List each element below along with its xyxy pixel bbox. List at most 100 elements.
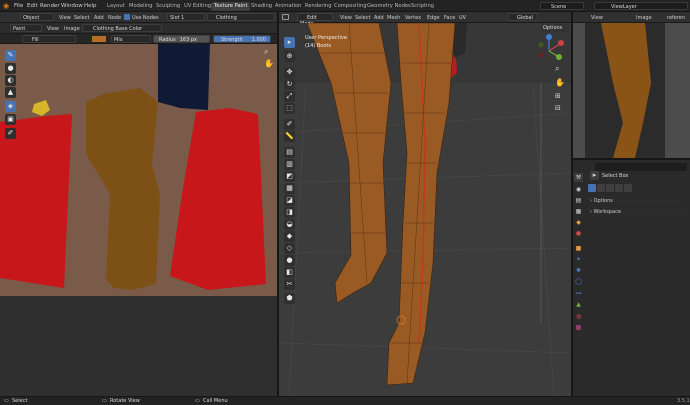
modifier-icon[interactable]: ✦ bbox=[574, 255, 583, 264]
smear-brush-tool[interactable]: ◐ bbox=[5, 75, 16, 86]
transform-tool[interactable]: ⬚ bbox=[284, 103, 295, 114]
edit-mode-dropdown[interactable]: Edit Mode bbox=[297, 13, 333, 27]
menu-help[interactable]: Help bbox=[84, 3, 97, 9]
bevel-tool[interactable]: ◩ bbox=[284, 171, 295, 182]
object-icon[interactable]: ■ bbox=[574, 244, 583, 253]
brush-selector[interactable]: Fill bbox=[22, 35, 76, 43]
zoom-icon[interactable]: ⌕ bbox=[264, 48, 268, 56]
tab-animation[interactable]: Animation bbox=[272, 2, 304, 11]
menu-view-node[interactable]: View bbox=[59, 15, 71, 21]
vp-menu-vertex[interactable]: Vertex bbox=[405, 15, 421, 21]
paint-mode-dropdown[interactable]: Paint bbox=[10, 24, 42, 32]
tab-uv-editing[interactable]: UV Editing bbox=[181, 2, 214, 11]
menu-add-node[interactable]: Add bbox=[94, 15, 104, 21]
cursor-tool[interactable]: ⊕ bbox=[284, 51, 295, 62]
brush-color-swatch[interactable] bbox=[92, 36, 106, 42]
select-mode-invert-icon[interactable] bbox=[615, 184, 623, 192]
reference-image-view[interactable] bbox=[573, 23, 690, 158]
physics-icon[interactable]: ◯ bbox=[574, 277, 583, 286]
scale-tool[interactable]: ⤢ bbox=[284, 91, 295, 102]
image-editor-canvas[interactable]: ✎ ● ◐ ▲ ◈ ▣ ✐ ⌕ ✋ bbox=[0, 44, 277, 396]
tab-modeling[interactable]: Modeling bbox=[126, 2, 156, 11]
tab-geometry-nodes[interactable]: Geometry Nodes bbox=[364, 2, 414, 11]
menu-render[interactable]: Render bbox=[40, 3, 60, 9]
workspace-panel[interactable]: › Workspace bbox=[587, 207, 688, 216]
vp-menu-edge[interactable]: Edge bbox=[427, 15, 440, 21]
navigation-gizmo-icon[interactable] bbox=[537, 31, 567, 71]
shear-tool[interactable]: ◧ bbox=[284, 267, 295, 278]
zoom-icon[interactable]: ⌕ bbox=[555, 65, 559, 73]
fill-brush-tool[interactable]: ◈ bbox=[5, 101, 16, 112]
annotate-vp-tool[interactable]: ✐ bbox=[284, 119, 295, 130]
select-box-tool[interactable]: ▸ bbox=[284, 37, 295, 48]
tab-scripting[interactable]: Scripting bbox=[408, 2, 437, 11]
constraints-icon[interactable]: ⊶ bbox=[574, 289, 583, 298]
vp-menu-select[interactable]: Select bbox=[355, 15, 370, 21]
menu-edit[interactable]: Edit bbox=[27, 3, 38, 9]
hand-icon[interactable]: ✋ bbox=[555, 79, 565, 87]
vp-menu-add[interactable]: Add bbox=[374, 15, 384, 21]
use-nodes-checkbox[interactable] bbox=[124, 14, 130, 20]
radius-field[interactable]: Radius 163 px bbox=[153, 35, 210, 43]
output-icon[interactable]: ▤ bbox=[574, 196, 583, 205]
hand-icon[interactable]: ✋ bbox=[264, 60, 274, 68]
shrink-tool[interactable]: ● bbox=[284, 255, 295, 266]
editor-type-icon[interactable] bbox=[282, 14, 289, 20]
strength-field[interactable]: Strength 1.000 bbox=[213, 35, 271, 43]
tab-layout[interactable]: Layout bbox=[104, 2, 128, 11]
view-layer-icon[interactable]: ▦ bbox=[574, 207, 583, 216]
annotate-tool[interactable]: ✐ bbox=[5, 128, 16, 139]
inset-tool[interactable]: ▥ bbox=[284, 159, 295, 170]
material-dropdown[interactable]: Clothing bbox=[207, 13, 275, 21]
menu-image[interactable]: Image bbox=[64, 26, 80, 32]
properties-search[interactable] bbox=[595, 163, 687, 171]
smooth-tool[interactable]: ◆ bbox=[284, 231, 295, 242]
rotate-tool[interactable]: ↻ bbox=[284, 79, 295, 90]
blend-mode-dropdown[interactable]: Mix bbox=[111, 35, 151, 43]
blender-logo-icon[interactable]: ◉ bbox=[3, 2, 9, 10]
image-selector[interactable]: Clothing Base Color bbox=[82, 24, 162, 32]
tab-sculpting[interactable]: Sculpting bbox=[153, 2, 183, 11]
reference-image-name[interactable]: referen bbox=[667, 15, 685, 21]
mask-brush-tool[interactable]: ▣ bbox=[5, 114, 16, 125]
measure-tool[interactable]: 📏 bbox=[284, 131, 295, 142]
loop-cut-tool[interactable]: ▦ bbox=[284, 183, 295, 194]
render-icon[interactable]: ◉ bbox=[574, 185, 583, 194]
vp-menu-mesh[interactable]: Mesh bbox=[387, 15, 400, 21]
poly-build-tool[interactable]: ◨ bbox=[284, 207, 295, 218]
view-layer-selector[interactable]: ViewLayer bbox=[594, 2, 688, 10]
knife-tool[interactable]: ◪ bbox=[284, 195, 295, 206]
menu-window[interactable]: Window bbox=[61, 3, 83, 9]
select-mode-set-icon[interactable] bbox=[588, 184, 596, 192]
select-mode-buttons[interactable] bbox=[588, 184, 632, 192]
world-icon[interactable]: ● bbox=[574, 229, 583, 238]
soften-brush-tool[interactable]: ● bbox=[5, 63, 16, 74]
data-icon[interactable]: ▲ bbox=[574, 300, 583, 309]
extrude-tool[interactable]: ▤ bbox=[284, 147, 295, 158]
select-mode-intersect-icon[interactable] bbox=[624, 184, 632, 192]
edge-slide-tool[interactable]: ◇ bbox=[284, 243, 295, 254]
vp-menu-view[interactable]: View bbox=[340, 15, 352, 21]
rip-tool[interactable]: ✂ bbox=[284, 279, 295, 290]
camera-icon[interactable]: ⊞ bbox=[555, 93, 561, 100]
draw-brush-tool[interactable]: ✎ bbox=[5, 50, 16, 61]
select-mode-extend-icon[interactable] bbox=[597, 184, 605, 192]
vp-menu-uv[interactable]: UV bbox=[459, 15, 466, 21]
select-mode-subtract-icon[interactable] bbox=[606, 184, 614, 192]
extra-tool[interactable]: ⬟ bbox=[284, 293, 295, 304]
grid-icon[interactable]: ⊟ bbox=[555, 105, 561, 112]
tool-icon[interactable]: ⚒ bbox=[574, 173, 583, 182]
menu-view-image[interactable]: View bbox=[47, 26, 59, 32]
scene-icon[interactable]: ◆ bbox=[574, 218, 583, 227]
vp-menu-face[interactable]: Face bbox=[444, 15, 455, 21]
options-panel[interactable]: › Options bbox=[587, 196, 688, 205]
menu-file[interactable]: File bbox=[14, 3, 23, 9]
particles-icon[interactable]: ✱ bbox=[574, 266, 583, 275]
scene-selector[interactable]: Scene bbox=[540, 2, 584, 10]
slot-dropdown[interactable]: Slot 1 bbox=[167, 13, 205, 21]
clone-brush-tool[interactable]: ▲ bbox=[5, 87, 16, 98]
tab-rendering[interactable]: Rendering bbox=[302, 2, 335, 11]
object-mode-dropdown[interactable]: Object bbox=[20, 13, 54, 21]
options-dropdown[interactable]: Options bbox=[541, 24, 569, 32]
menu-node[interactable]: Node bbox=[108, 15, 121, 21]
